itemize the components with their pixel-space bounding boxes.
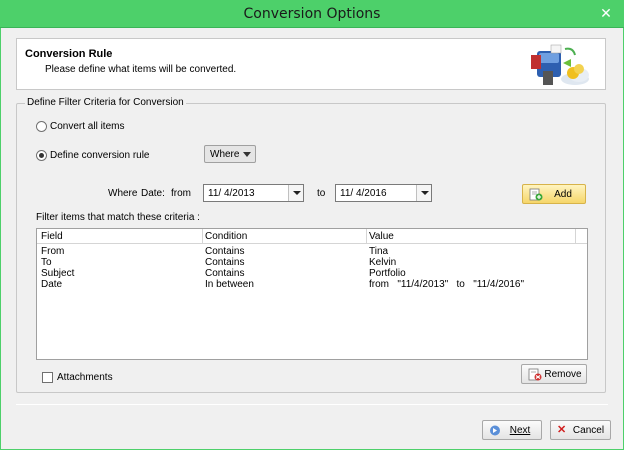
cell-field: From	[41, 246, 65, 257]
cell-field: To	[41, 257, 52, 268]
from-label: from	[171, 188, 191, 199]
add-button[interactable]: Add	[522, 184, 586, 204]
cell-condition: In between	[205, 279, 254, 290]
to-date-picker[interactable]: 11/ 4/2016	[335, 184, 432, 202]
table-row[interactable]: Date In between from "11/4/2013" to "11/…	[37, 279, 587, 291]
cancel-button-label: Cancel	[572, 425, 605, 436]
cell-condition: Contains	[205, 246, 245, 257]
cell-field: Date	[41, 279, 63, 290]
column-header-value[interactable]: Value	[369, 231, 394, 242]
next-button-label: Next	[509, 425, 531, 436]
next-button[interactable]: Next	[482, 420, 542, 440]
convert-all-label[interactable]: Convert all items	[50, 121, 124, 132]
calendar-dropdown-icon[interactable]	[288, 185, 303, 201]
to-label: to	[317, 188, 326, 199]
footer-divider	[16, 404, 608, 405]
define-rule-radio[interactable]	[36, 150, 47, 161]
close-button[interactable]: ✕	[592, 2, 620, 24]
table-header: Field Condition Value	[37, 229, 587, 244]
cancel-button[interactable]: ✕ Cancel	[550, 420, 611, 440]
chevron-down-icon	[243, 152, 251, 157]
add-button-label: Add	[554, 189, 572, 200]
title-bar: Conversion Options ✕	[0, 0, 624, 28]
attachments-checkbox[interactable]	[42, 372, 53, 383]
to-date-value: 11/ 4/2016	[340, 188, 387, 199]
cell-value: Tina	[369, 246, 389, 257]
header-subtitle: Please define what items will be convert…	[45, 64, 237, 75]
rule-type-dropdown[interactable]: Where	[204, 145, 256, 163]
date-label: Date:	[141, 188, 165, 199]
convert-all-radio[interactable]	[36, 121, 47, 132]
column-header-condition[interactable]: Condition	[205, 231, 247, 242]
cell-condition: Contains	[205, 268, 245, 279]
attachments-label[interactable]: Attachments	[57, 372, 113, 383]
define-rule-label[interactable]: Define conversion rule	[50, 150, 150, 161]
from-date-value: 11/ 4/2013	[208, 188, 255, 199]
cell-value: from "11/4/2013" to "11/4/2016"	[369, 279, 525, 290]
cell-field: Subject	[41, 268, 75, 279]
column-header-field[interactable]: Field	[41, 231, 63, 242]
group-legend: Define Filter Criteria for Conversion	[25, 97, 186, 108]
criteria-label: Filter items that match these criteria :	[36, 212, 200, 223]
header-panel: Conversion Rule Please define what items…	[16, 38, 606, 90]
header-title: Conversion Rule	[25, 48, 113, 60]
where-label: Where	[108, 188, 138, 199]
cell-condition: Contains	[205, 257, 245, 268]
remove-button-label: Remove	[544, 369, 582, 380]
column-divider[interactable]	[575, 229, 576, 244]
remove-button[interactable]: Remove	[521, 364, 587, 384]
from-date-picker[interactable]: 11/ 4/2013	[203, 184, 304, 202]
mailbox-conversion-icon	[531, 44, 589, 85]
criteria-table[interactable]: Field Condition Value From Contains Tina…	[36, 228, 588, 360]
calendar-dropdown-icon[interactable]	[416, 185, 431, 201]
column-divider[interactable]	[202, 229, 203, 244]
rule-type-value: Where	[210, 149, 240, 160]
column-divider[interactable]	[366, 229, 367, 244]
cell-value: Kelvin	[369, 257, 397, 268]
window-title: Conversion Options	[243, 6, 381, 22]
cell-value: Portfolio	[369, 268, 406, 279]
